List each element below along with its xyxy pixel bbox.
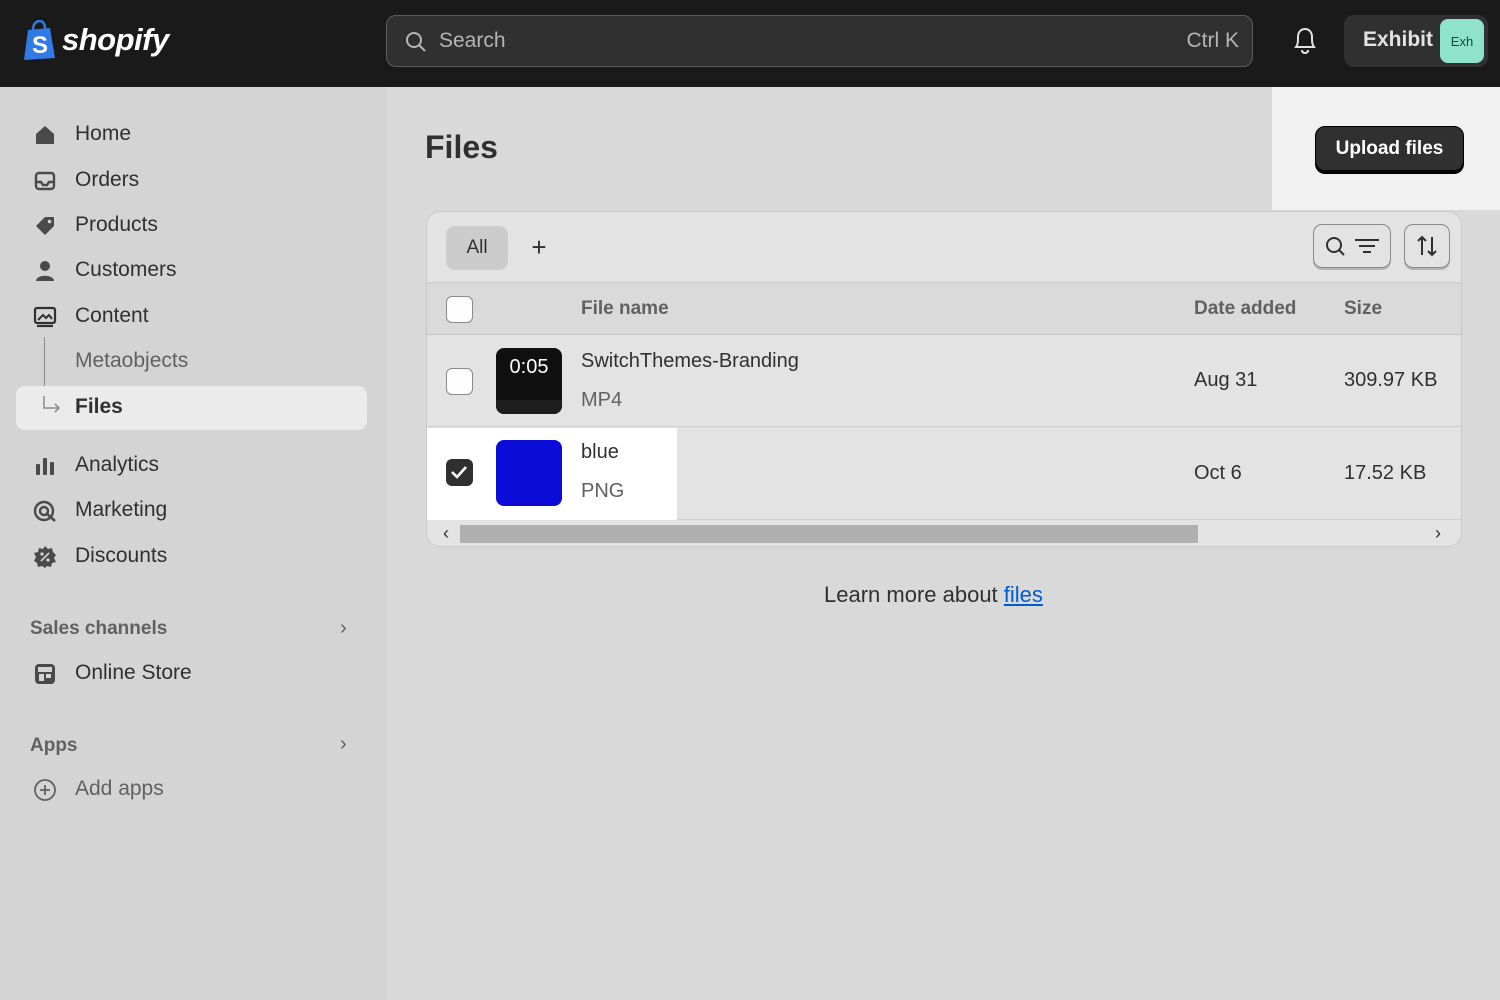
sidebar-item-online-store[interactable]: Online Store xyxy=(16,652,367,696)
video-thumbnail: 0:05 xyxy=(496,348,562,414)
table-toolbar: All + xyxy=(427,212,1461,282)
store-avatar: Exh xyxy=(1440,19,1484,63)
file-name: blue xyxy=(581,441,619,463)
sidebar-item-label: Analytics xyxy=(75,453,160,476)
learn-more-text: Learn more about files xyxy=(824,582,1043,608)
shopify-logo[interactable]: S shopify xyxy=(22,20,169,60)
scroll-left-icon[interactable]: ‹ xyxy=(443,523,449,544)
file-date: Aug 31 xyxy=(1194,369,1258,391)
sidebar-item-orders[interactable]: Orders xyxy=(16,159,367,203)
shopify-bag-icon: S xyxy=(24,20,55,60)
sidebar-item-products[interactable]: Products xyxy=(16,204,367,248)
file-type: MP4 xyxy=(581,389,623,411)
table-row[interactable]: 0:05 SwitchThemes-Branding MP4 Aug 31 30… xyxy=(427,335,1461,427)
sidebar-item-label: Files xyxy=(75,395,123,418)
files-table-card: All + File name Date added Size 0:05 Swi… xyxy=(426,211,1462,547)
files-help-link[interactable]: files xyxy=(1004,582,1043,607)
sidebar-item-label: Products xyxy=(75,213,158,236)
sidebar-item-label: Add apps xyxy=(75,777,164,800)
page-title: Files xyxy=(425,129,498,165)
column-size[interactable]: Size xyxy=(1344,298,1382,320)
sidebar-item-content[interactable]: Content xyxy=(16,295,367,339)
file-date: Oct 6 xyxy=(1194,462,1242,484)
sidebar-item-label: Customers xyxy=(75,258,177,281)
search-input[interactable]: Search Ctrl K xyxy=(386,15,1253,67)
search-placeholder: Search xyxy=(439,29,506,52)
top-bar: S shopify Search Ctrl K Exhibit Exh xyxy=(0,0,1500,87)
file-size: 17.52 KB xyxy=(1344,462,1427,484)
search-filter-button[interactable] xyxy=(1313,224,1391,268)
horizontal-scrollbar[interactable]: ‹ › xyxy=(427,520,1461,546)
file-name: SwitchThemes-Branding xyxy=(581,350,799,372)
sidebar-item-label: Home xyxy=(75,122,132,145)
sidebar-item-label: Orders xyxy=(75,168,140,191)
inbox-icon xyxy=(34,171,56,191)
sidebar-item-customers[interactable]: Customers xyxy=(16,249,367,293)
tree-branch-icon xyxy=(43,396,61,413)
target-icon xyxy=(33,500,56,522)
sort-icon xyxy=(1417,235,1437,257)
sidebar-item-label: Discounts xyxy=(75,544,168,567)
learn-more-prefix: Learn more about xyxy=(824,582,998,607)
add-view-button[interactable]: + xyxy=(527,230,551,264)
sidebar-item-analytics[interactable]: Analytics xyxy=(16,444,367,488)
select-all-checkbox[interactable] xyxy=(446,296,473,323)
sidebar-item-files[interactable]: Files xyxy=(16,386,367,430)
store-menu-button[interactable]: Exhibit Exh xyxy=(1344,15,1488,67)
sidebar-item-add-apps[interactable]: Add apps xyxy=(16,768,367,812)
brand-name: shopify xyxy=(62,22,169,57)
sidebar-item-label: Online Store xyxy=(75,661,192,684)
bar-chart-icon xyxy=(36,458,54,475)
row-checkbox[interactable] xyxy=(446,368,473,395)
file-size: 309.97 KB xyxy=(1344,369,1438,391)
search-filter-icon xyxy=(1326,237,1379,256)
chevron-right-icon[interactable]: › xyxy=(340,617,347,640)
sidebar-item-metaobjects[interactable]: Metaobjects xyxy=(16,340,367,384)
file-type: PNG xyxy=(581,480,625,502)
image-thumbnail xyxy=(496,440,562,506)
table-row[interactable]: blue PNG Oct 6 17.52 KB xyxy=(427,428,1461,520)
scrollbar-thumb[interactable] xyxy=(460,525,1198,543)
sidebar-item-home[interactable]: Home xyxy=(16,113,367,157)
search-icon xyxy=(406,32,426,52)
person-icon xyxy=(36,261,54,281)
table-header: File name Date added Size xyxy=(427,282,1461,335)
store-icon xyxy=(35,664,55,684)
column-file-name[interactable]: File name xyxy=(581,298,669,320)
discount-icon xyxy=(34,546,56,568)
chevron-right-icon[interactable]: › xyxy=(340,733,347,756)
row-checkbox[interactable] xyxy=(446,459,473,486)
sidebar-item-label: Metaobjects xyxy=(75,349,189,372)
sales-channels-header[interactable]: Sales channels xyxy=(30,618,167,640)
search-shortcut: Ctrl K xyxy=(1186,29,1240,52)
scroll-right-icon[interactable]: › xyxy=(1435,523,1441,544)
sort-button[interactable] xyxy=(1404,224,1450,268)
upload-files-button[interactable]: Upload files xyxy=(1315,126,1464,171)
sidebar-item-marketing[interactable]: Marketing xyxy=(16,489,367,533)
sidebar-item-discounts[interactable]: Discounts xyxy=(16,535,367,579)
tab-all[interactable]: All xyxy=(446,226,508,270)
bell-icon xyxy=(1294,27,1316,55)
home-icon xyxy=(36,126,54,144)
tag-icon xyxy=(36,217,54,235)
column-date-added[interactable]: Date added xyxy=(1194,298,1296,320)
image-icon xyxy=(33,306,57,328)
sidebar-item-label: Marketing xyxy=(75,498,168,521)
sidebar-item-label: Content xyxy=(75,304,149,327)
svg-text:S: S xyxy=(32,32,48,59)
store-name: Exhibit xyxy=(1363,28,1434,51)
apps-header[interactable]: Apps xyxy=(30,735,78,757)
checkmark-icon xyxy=(451,466,467,479)
notifications-button[interactable] xyxy=(1290,25,1320,62)
plus-circle-icon xyxy=(34,779,56,801)
